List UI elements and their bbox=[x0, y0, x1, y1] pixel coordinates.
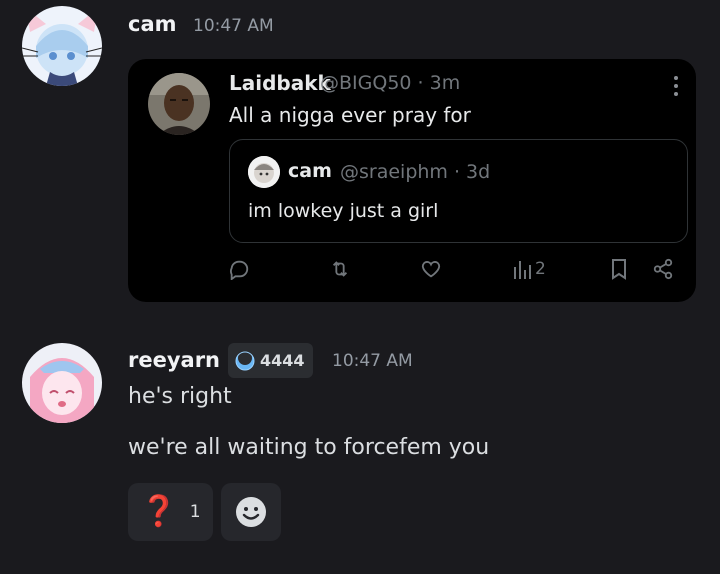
question-mark-emoji: ❓ bbox=[140, 494, 178, 529]
quoted-author-name[interactable]: cam bbox=[288, 160, 332, 182]
quoted-text: im lowkey just a girl bbox=[248, 200, 439, 222]
avatar-reeyarn[interactable] bbox=[22, 343, 102, 423]
avatar-cam[interactable] bbox=[22, 6, 102, 86]
reaction-question[interactable]: ❓ 1 bbox=[128, 483, 213, 541]
quoted-post[interactable]: cam @sraeiphm · 3d im lowkey just a girl bbox=[229, 139, 688, 243]
repost-icon[interactable] bbox=[329, 254, 351, 284]
more-options-icon[interactable] bbox=[674, 76, 680, 100]
quoted-author-avatar[interactable] bbox=[248, 156, 280, 188]
bookmark-icon[interactable] bbox=[609, 254, 629, 284]
message-line: we're all waiting to forcefem you bbox=[128, 435, 490, 460]
embed-actions: 2 bbox=[128, 254, 696, 294]
views-button[interactable]: 2 bbox=[513, 254, 546, 284]
embed-text: All a nigga ever pray for bbox=[229, 103, 471, 127]
username[interactable]: cam bbox=[128, 12, 177, 36]
moon-icon bbox=[235, 350, 255, 370]
badge-label: 4444 bbox=[260, 351, 305, 370]
reply-icon[interactable] bbox=[228, 254, 250, 284]
share-icon[interactable] bbox=[652, 254, 674, 284]
message-line: he's right bbox=[128, 384, 232, 409]
timestamp: 10:47 AM bbox=[332, 351, 413, 371]
embed-author-avatar[interactable] bbox=[148, 73, 210, 135]
like-icon[interactable] bbox=[420, 254, 442, 284]
views-icon bbox=[514, 261, 531, 279]
quoted-author-handle: @sraeiphm · 3d bbox=[340, 161, 491, 183]
smiley-icon bbox=[236, 497, 266, 527]
embed-author-name[interactable]: Laidbakk bbox=[229, 71, 331, 95]
timestamp: 10:47 AM bbox=[193, 16, 274, 36]
add-reaction-button[interactable] bbox=[221, 483, 281, 541]
guild-tag-badge[interactable]: 4444 bbox=[228, 343, 313, 378]
views-count: 2 bbox=[535, 259, 546, 279]
tweet-embed[interactable]: Laidbakk @BIGQ50 · 3m All a nigga ever p… bbox=[128, 59, 696, 302]
embed-author-handle: @BIGQ50 · 3m bbox=[320, 72, 461, 94]
username[interactable]: reeyarn bbox=[128, 348, 220, 372]
reaction-count: 1 bbox=[189, 502, 201, 522]
